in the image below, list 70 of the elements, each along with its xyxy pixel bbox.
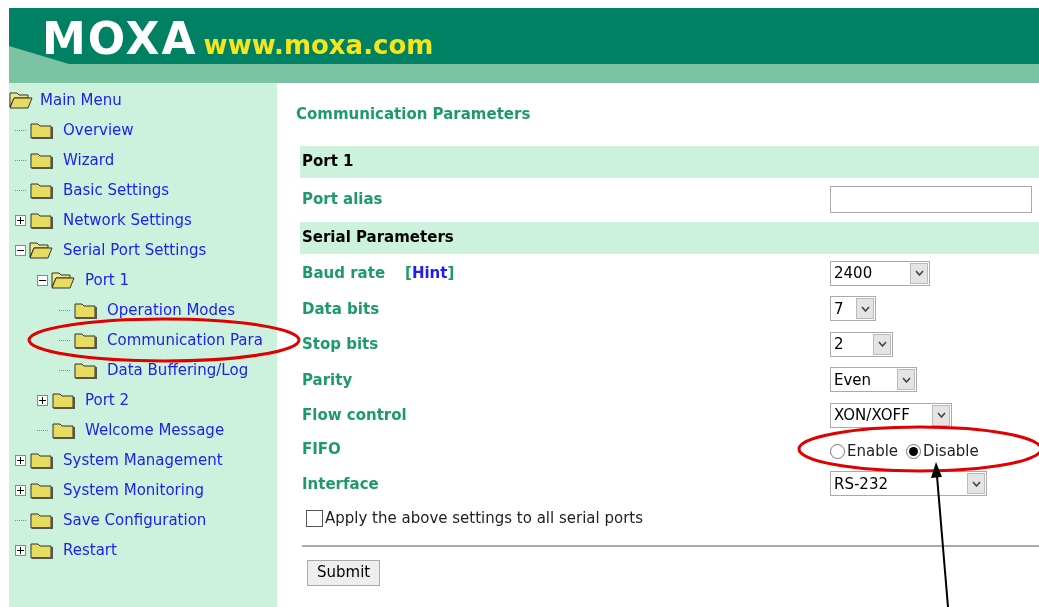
menu-item[interactable]: Restart: [63, 538, 117, 562]
expand-icon[interactable]: [15, 544, 26, 556]
expand-icon[interactable]: [15, 454, 26, 466]
menu-item[interactable]: Save Configuration: [63, 508, 207, 532]
chevron-down-icon: [914, 270, 924, 277]
folder-icon: [51, 421, 75, 439]
website-url: www.moxa.com: [203, 32, 434, 58]
chevron-down-icon: [860, 305, 870, 312]
field-label: Parity: [302, 369, 353, 391]
folder-icon: [73, 301, 97, 319]
folder-icon: [29, 211, 53, 229]
expand-icon[interactable]: [37, 394, 48, 406]
folder-icon: [29, 541, 53, 559]
folder-icon: [29, 151, 53, 169]
open-folder-icon: [9, 91, 33, 109]
folder-icon: [29, 481, 53, 499]
open-folder-icon: [51, 271, 75, 289]
collapse-icon[interactable]: [37, 274, 48, 286]
dropdown[interactable]: 2: [830, 331, 893, 357]
page-title: Communication Parameters: [296, 104, 532, 125]
apply-all-checkbox[interactable]: Apply the above settings to all serial ports: [306, 503, 1039, 534]
folder-icon: [29, 451, 53, 469]
field-label: Port alias: [302, 189, 383, 211]
chevron-down-icon: [936, 412, 946, 419]
field-label: Stop bits: [302, 334, 379, 355]
folder-icon: [73, 331, 97, 349]
chevron-down-icon: [877, 341, 887, 348]
section-header: Port 1: [300, 145, 1039, 178]
dropdown[interactable]: Even: [830, 367, 917, 393]
text-field[interactable]: [830, 186, 1032, 213]
menu-item[interactable]: Port 2: [85, 388, 130, 412]
section-header: Serial Parameters: [300, 221, 1039, 254]
menu-item[interactable]: Port 1: [85, 268, 130, 292]
brand-logo: MOXA: [42, 17, 198, 61]
menu-item[interactable]: Basic Settings: [63, 178, 169, 202]
expand-icon[interactable]: [15, 214, 26, 226]
open-folder-icon: [29, 241, 53, 259]
field-label: FIFO: [302, 439, 341, 461]
chevron-down-icon: [971, 480, 981, 487]
dropdown[interactable]: XON/XOFF: [830, 402, 952, 428]
menu-item[interactable]: System Management: [63, 448, 223, 472]
menu-item[interactable]: Overview: [63, 118, 134, 142]
field-label: Baud rate: [302, 263, 386, 284]
submit-button[interactable]: Submit: [307, 559, 381, 586]
field-label: Flow control: [302, 405, 407, 426]
menu-item[interactable]: Main Menu: [40, 88, 122, 112]
folder-icon: [29, 511, 53, 529]
radio-option[interactable]: Disable: [906, 440, 979, 463]
hint-link[interactable]: [Hint]: [405, 262, 455, 285]
dropdown[interactable]: 2400: [830, 260, 930, 286]
menu-item[interactable]: Serial Port Settings: [63, 238, 207, 262]
menu-item[interactable]: System Monitoring: [63, 478, 204, 502]
radio-option[interactable]: Enable: [830, 440, 899, 463]
chevron-down-icon: [901, 376, 911, 383]
field-label: Data bits: [302, 298, 380, 320]
dropdown[interactable]: RS-232: [830, 471, 987, 497]
menu-item[interactable]: Wizard: [63, 148, 115, 172]
menu-item[interactable]: Welcome Message: [85, 418, 225, 442]
menu-item[interactable]: Operation Modes: [107, 298, 236, 322]
folder-icon: [29, 121, 53, 139]
menu-item[interactable]: Network Settings: [63, 208, 192, 232]
folder-icon: [51, 391, 75, 409]
folder-icon: [73, 361, 97, 379]
dropdown[interactable]: 7: [830, 296, 876, 322]
folder-icon: [29, 181, 53, 199]
menu-item[interactable]: Data Buffering/Log: [107, 358, 249, 382]
field-label: Interface: [302, 473, 379, 495]
menu-item[interactable]: Communication Para: [107, 328, 263, 352]
expand-icon[interactable]: [15, 484, 26, 496]
collapse-icon[interactable]: [15, 244, 26, 256]
